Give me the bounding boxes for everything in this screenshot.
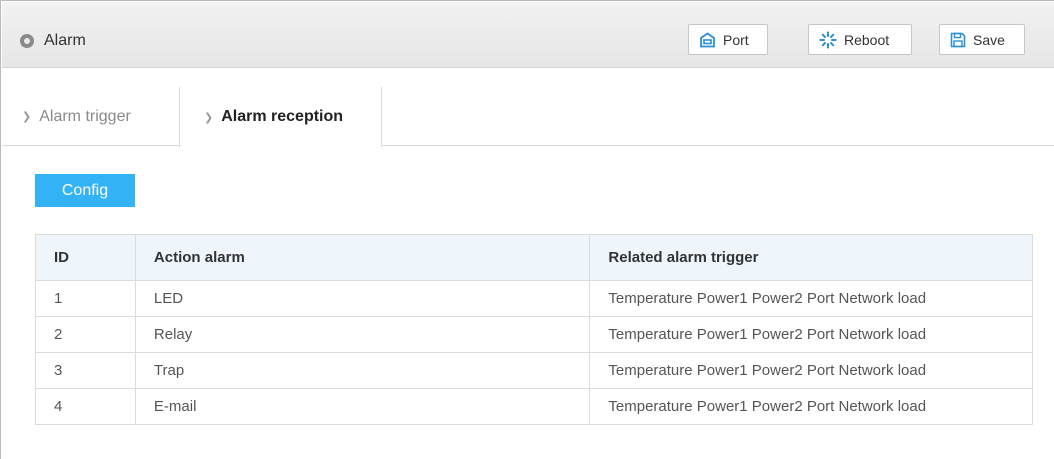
cell-id: 1 <box>35 280 136 317</box>
panel-title: Alarm <box>20 31 86 51</box>
cell-action: E-mail <box>134 388 591 425</box>
cell-id: 4 <box>35 388 136 425</box>
alarm-reception-table: ID Action alarm Related alarm trigger 1 … <box>35 234 1033 425</box>
cell-id: 2 <box>35 316 136 353</box>
cell-related: Temperature Power1 Power2 Port Network l… <box>589 388 1033 425</box>
column-header-action-alarm: Action alarm <box>134 234 591 281</box>
tab-alarm-reception[interactable]: ❯ Alarm reception <box>179 87 382 147</box>
reboot-spinner-icon <box>819 31 837 48</box>
tab-alarm-trigger[interactable]: ❯ Alarm trigger <box>22 87 131 146</box>
table-header-row: ID Action alarm Related alarm trigger <box>35 234 1033 281</box>
chevron-right-icon: ❯ <box>22 111 32 123</box>
port-button[interactable]: Port <box>688 24 768 55</box>
table-row: 2 Relay Temperature Power1 Power2 Port N… <box>35 316 1033 353</box>
cell-action: Relay <box>134 316 591 353</box>
cell-related: Temperature Power1 Power2 Port Network l… <box>589 352 1033 389</box>
reboot-button-label: Reboot <box>844 31 890 48</box>
table-row: 3 Trap Temperature Power1 Power2 Port Ne… <box>35 352 1033 389</box>
cell-action: LED <box>134 280 591 317</box>
column-header-id: ID <box>35 234 136 281</box>
panel-header: Alarm Port Reboot Save <box>2 2 1054 68</box>
save-disk-icon <box>950 32 966 47</box>
chevron-right-icon: ❯ <box>204 111 214 124</box>
circle-icon <box>20 34 34 48</box>
alarm-panel: Alarm Port Reboot Save ❯ Alarm trigger ❯… <box>0 0 1054 459</box>
tab-alarm-reception-label: Alarm reception <box>221 108 344 125</box>
reboot-button[interactable]: Reboot <box>808 24 912 55</box>
column-header-related-trigger: Related alarm trigger <box>589 234 1033 281</box>
cell-action: Trap <box>134 352 591 389</box>
cell-related: Temperature Power1 Power2 Port Network l… <box>589 316 1033 353</box>
cell-id: 3 <box>35 352 136 389</box>
save-button[interactable]: Save <box>939 24 1025 55</box>
table-row: 4 E-mail Temperature Power1 Power2 Port … <box>35 388 1033 425</box>
cell-related: Temperature Power1 Power2 Port Network l… <box>589 280 1033 317</box>
config-button[interactable]: Config <box>35 174 135 207</box>
tab-alarm-trigger-label: Alarm trigger <box>39 107 131 125</box>
port-button-label: Port <box>723 31 749 48</box>
save-button-label: Save <box>973 31 1005 48</box>
tab-bar: ❯ Alarm trigger ❯ Alarm reception <box>2 87 1054 147</box>
panel-title-label: Alarm <box>44 32 86 49</box>
table-row: 1 LED Temperature Power1 Power2 Port Net… <box>35 280 1033 317</box>
port-icon <box>700 31 715 47</box>
